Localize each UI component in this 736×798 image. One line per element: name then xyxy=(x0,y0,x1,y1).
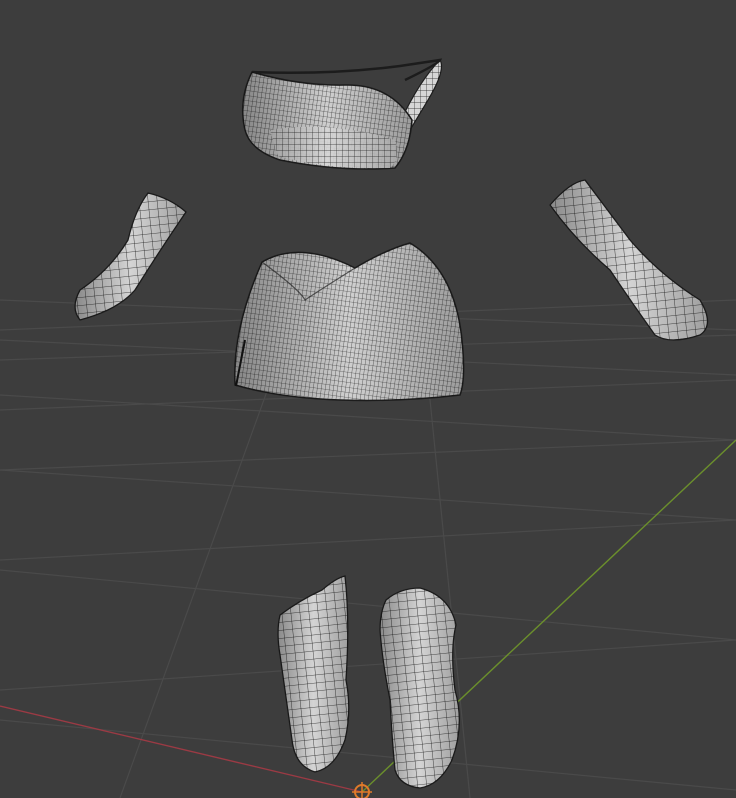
origin-gizmo[interactable] xyxy=(352,782,372,798)
mesh-right-sleeve[interactable] xyxy=(549,179,709,341)
3d-viewport[interactable] xyxy=(0,0,736,798)
mesh-top[interactable] xyxy=(241,58,443,170)
mesh-right-boot[interactable] xyxy=(379,587,460,789)
mesh-left-sleeve[interactable] xyxy=(74,192,187,321)
mesh-left-boot[interactable] xyxy=(277,575,350,773)
mesh-skirt[interactable] xyxy=(233,242,465,402)
viewport-canvas[interactable] xyxy=(0,0,736,798)
